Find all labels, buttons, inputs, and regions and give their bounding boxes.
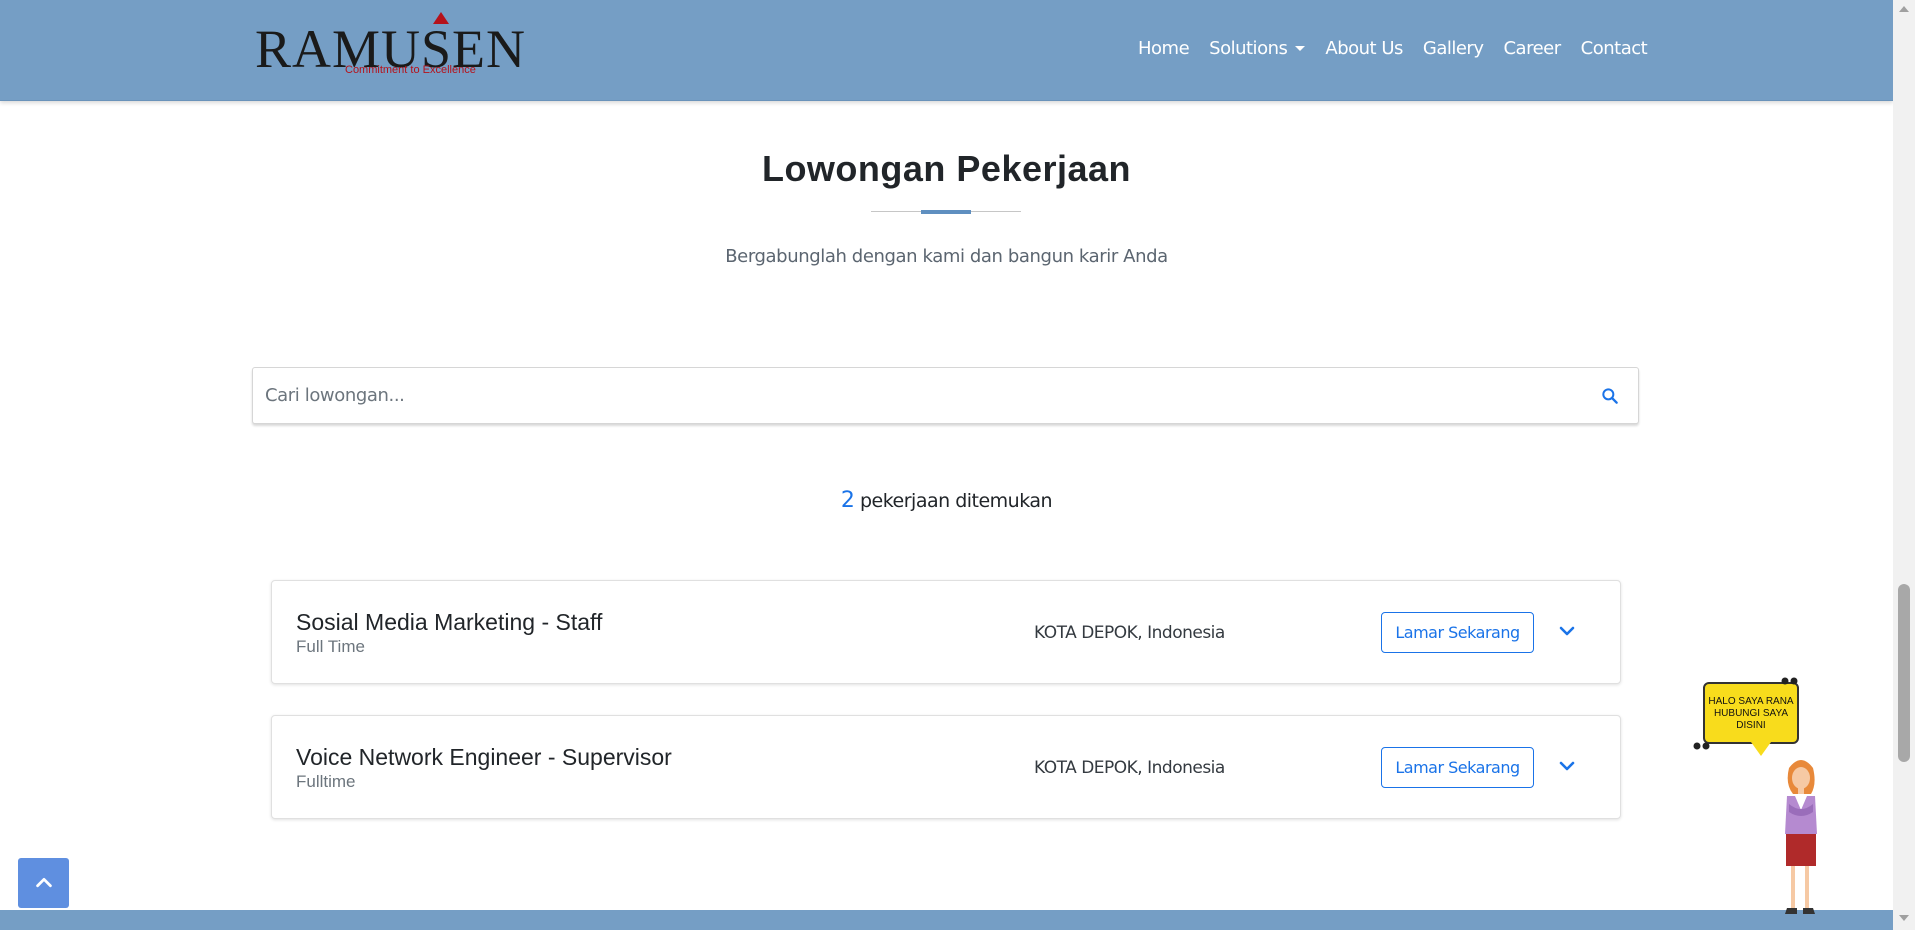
- search-input[interactable]: [265, 368, 1565, 423]
- chat-widget[interactable]: HALO SAYA RANA HUBUNGI SAYA DISINI: [1693, 674, 1833, 919]
- chevron-down-icon[interactable]: [1555, 619, 1579, 643]
- chevron-down-icon[interactable]: [1555, 754, 1579, 778]
- job-title: Voice Network Engineer - Supervisor: [296, 744, 672, 770]
- job-type: Fulltime: [296, 772, 356, 791]
- assistant-avatar: [1785, 760, 1817, 914]
- job-card[interactable]: Voice Network Engineer - Supervisor Full…: [271, 715, 1621, 819]
- nav-home[interactable]: Home: [1128, 38, 1199, 59]
- footer: [0, 910, 1893, 930]
- quote-icon: [1781, 677, 1798, 685]
- scroll-down-arrow-icon[interactable]: [1899, 915, 1909, 921]
- search-icon[interactable]: [1600, 386, 1620, 406]
- nav-about-us[interactable]: About Us: [1315, 38, 1413, 59]
- apply-button[interactable]: Lamar Sekarang: [1381, 747, 1534, 788]
- nav-career[interactable]: Career: [1493, 38, 1570, 59]
- ramusen-logo[interactable]: RAMUSEN Commitment to Excellence: [255, 12, 525, 80]
- nav-gallery[interactable]: Gallery: [1413, 38, 1494, 59]
- nav-solutions-label: Solutions: [1209, 38, 1288, 59]
- results-count: 2 pekerjaan ditemukan: [0, 488, 1893, 513]
- scroll-up-arrow-icon[interactable]: [1899, 6, 1909, 12]
- chat-bubble-line: DISINI: [1736, 720, 1766, 731]
- job-card[interactable]: Sosial Media Marketing - Staff Full Time…: [271, 580, 1621, 684]
- job-title: Sosial Media Marketing - Staff: [296, 609, 603, 635]
- page-title: Lowongan Pekerjaan: [761, 148, 1132, 189]
- chat-bubble-tail: [1751, 742, 1771, 756]
- scroll-to-top-button[interactable]: [18, 858, 69, 908]
- nav-solutions[interactable]: Solutions: [1199, 38, 1315, 59]
- page-subtitle: Bergabunglah dengan kami dan bangun kari…: [725, 246, 1168, 267]
- job-location: KOTA DEPOK, Indonesia: [1034, 758, 1225, 778]
- page-scrollbar[interactable]: [1893, 0, 1915, 930]
- logo-tagline: Commitment to Excellence: [345, 64, 476, 76]
- scrollbar-thumb[interactable]: [1898, 584, 1910, 762]
- nav-contact[interactable]: Contact: [1571, 38, 1658, 59]
- search-box: [252, 367, 1639, 424]
- caret-down-icon: [1295, 46, 1306, 51]
- chat-bubble[interactable]: HALO SAYA RANA HUBUNGI SAYA DISINI: [1703, 682, 1799, 744]
- job-type: Full Time: [296, 637, 365, 656]
- results-count-number: 2: [840, 488, 855, 513]
- title-divider-accent: [921, 210, 971, 214]
- results-count-label: pekerjaan ditemukan: [859, 490, 1053, 512]
- chat-bubble-line: HUBUNGI SAYA: [1713, 708, 1789, 719]
- chevron-up-icon: [35, 877, 52, 888]
- quote-icon: [1693, 742, 1710, 750]
- apply-button[interactable]: Lamar Sekarang: [1381, 612, 1534, 653]
- job-location: KOTA DEPOK, Indonesia: [1034, 623, 1225, 643]
- navbar: RAMUSEN Commitment to Excellence Home So…: [0, 0, 1893, 101]
- chat-bubble-line: HALO SAYA RANA: [1708, 696, 1794, 707]
- main-nav: Home Solutions About Us Gallery Career C…: [1128, 38, 1657, 59]
